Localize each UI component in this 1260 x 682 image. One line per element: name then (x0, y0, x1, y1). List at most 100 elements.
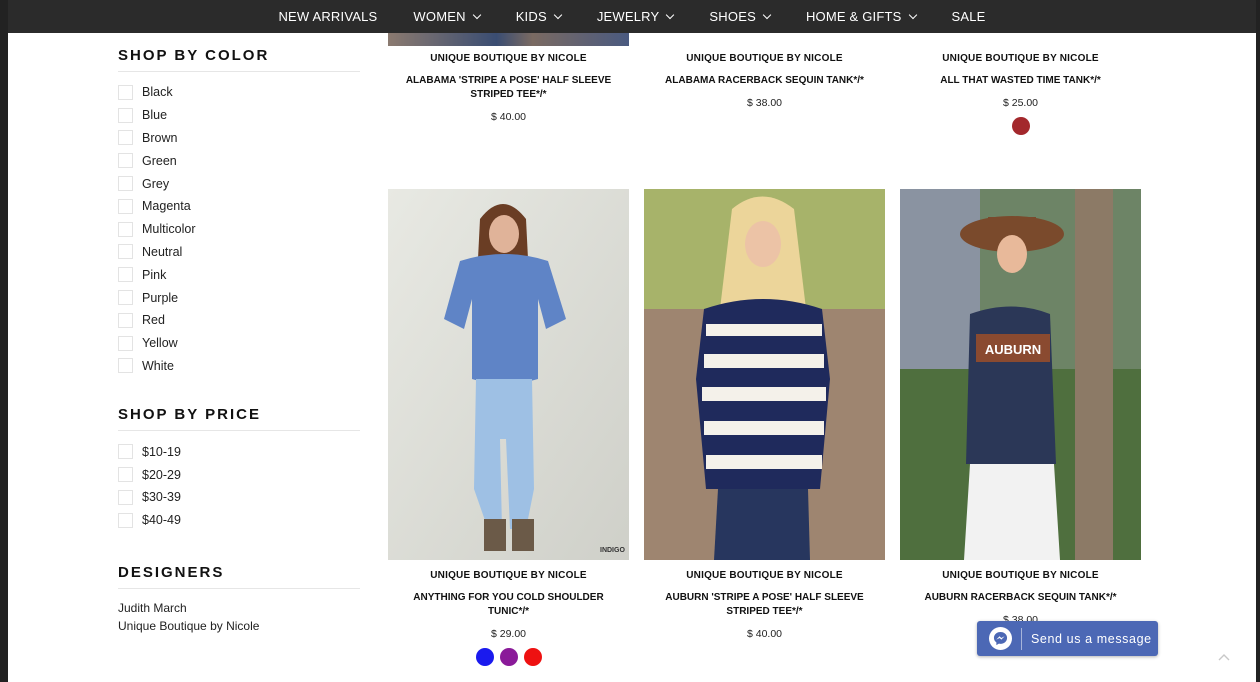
product-image[interactable] (644, 189, 885, 560)
product-image[interactable] (388, 33, 629, 46)
checkbox[interactable] (118, 153, 133, 169)
color-swatch[interactable] (499, 648, 518, 666)
messenger-icon (989, 627, 1012, 650)
product-grid: UNIQUE BOUTIQUE BY NICOLE ALABAMA 'STRIP… (388, 0, 1141, 682)
price-filter: SHOP BY PRICE $10-19 $20-29 $30-39 $40-49 (118, 406, 360, 531)
window-frame-right (1256, 0, 1260, 682)
color-filter-option[interactable]: Black (118, 81, 360, 104)
chat-divider (1021, 627, 1022, 650)
product-name[interactable]: AUBURN RACERBACK SEQUIN TANK*/* (900, 591, 1141, 605)
color-filter-title: SHOP BY COLOR (118, 47, 360, 72)
color-filter-list: Black Blue Brown Green Grey Magenta Multicolor… (118, 72, 360, 377)
designer-link[interactable]: Unique Boutique by Nicole (118, 617, 360, 635)
product-card[interactable]: UNIQUE BOUTIQUE BY NICOLE ALABAMA 'STRIP… (388, 53, 629, 123)
product-brand: UNIQUE BOUTIQUE BY NICOLE (430, 570, 587, 581)
color-filter: SHOP BY COLOR Black Blue Brown Green Grey Mag… (118, 47, 360, 377)
checkbox[interactable] (118, 267, 133, 283)
product-name[interactable]: ANYTHING FOR YOU COLD SHOULDER TUNIC*/* (388, 591, 629, 619)
window-frame-left (0, 0, 8, 682)
filter-sidebar: SHOP BY COLOR Black Blue Brown Green Grey Mag… (118, 47, 360, 532)
price-filter-option[interactable]: $20-29 (118, 463, 360, 486)
product-card[interactable]: INDIGO UNIQUE BOUTIQUE BY NICOLE ANYTHIN… (388, 189, 629, 666)
product-image[interactable]: AUBURN (900, 189, 1141, 560)
checkbox[interactable] (118, 84, 133, 100)
product-name[interactable]: ALABAMA 'STRIPE A POSE' HALF SLEEVE STRI… (388, 74, 629, 102)
checkbox[interactable] (118, 290, 133, 306)
color-filter-option[interactable]: Red (118, 309, 360, 332)
checkbox[interactable] (118, 221, 133, 237)
product-name[interactable]: ALABAMA RACERBACK SEQUIN TANK*/* (644, 74, 885, 88)
checkbox[interactable] (118, 244, 133, 260)
nav-label: NEW ARRIVALS (278, 9, 378, 24)
color-filter-option-label: Black (142, 85, 173, 100)
messenger-chat-button[interactable]: Send us a message (977, 621, 1158, 656)
product-card[interactable]: UNIQUE BOUTIQUE BY NICOLE ALL THAT WASTE… (900, 53, 1141, 135)
checkbox[interactable] (118, 444, 133, 460)
color-filter-option[interactable]: Green (118, 149, 360, 172)
color-filter-option[interactable]: Blue (118, 104, 360, 127)
nav-new-arrivals[interactable]: NEW ARRIVALS (260, 9, 395, 24)
product-image[interactable]: INDIGO (388, 189, 629, 560)
color-filter-option[interactable]: Yellow (118, 332, 360, 355)
color-filter-option[interactable]: Pink (118, 263, 360, 286)
color-swatch[interactable] (523, 648, 542, 666)
color-filter-option-label: Blue (142, 108, 168, 123)
price-filter-option[interactable]: $30-39 (118, 486, 360, 509)
color-filter-option-label: Red (142, 313, 165, 328)
checkbox[interactable] (118, 107, 133, 123)
color-filter-option-label: Magenta (142, 199, 191, 214)
product-card[interactable]: UNIQUE BOUTIQUE BY NICOLE ALABAMA RACERB… (644, 53, 885, 109)
color-filter-option-label: Brown (142, 130, 178, 145)
checkbox[interactable] (118, 489, 133, 505)
color-filter-option[interactable]: Magenta (118, 195, 360, 218)
color-filter-option-label: Multicolor (142, 222, 196, 237)
product-price: $ 25.00 (1002, 97, 1039, 109)
product-name[interactable]: ALL THAT WASTED TIME TANK*/* (900, 74, 1141, 88)
color-swatches (388, 648, 629, 666)
designer-filter: DESIGNERS Judith March Unique Boutique b… (118, 564, 360, 635)
checkbox[interactable] (118, 130, 133, 146)
product-brand: UNIQUE BOUTIQUE BY NICOLE (686, 570, 843, 581)
color-filter-option[interactable]: Brown (118, 127, 360, 150)
checkbox[interactable] (118, 358, 133, 374)
checkbox[interactable] (118, 198, 133, 214)
color-filter-option-label: White (142, 358, 174, 373)
product-price: $ 38.00 (746, 97, 783, 109)
color-filter-option[interactable]: Purple (118, 286, 360, 309)
checkbox[interactable] (118, 335, 133, 351)
model-photo: INDIGO (388, 189, 629, 560)
scroll-to-top-icon[interactable] (1218, 651, 1230, 663)
color-filter-option-label: Neutral (142, 244, 183, 259)
product-card[interactable]: AUBURN UNIQUE BOUTIQUE BY NICOLE AUBURN … (900, 189, 1141, 626)
product-brand: UNIQUE BOUTIQUE BY NICOLE (430, 53, 587, 64)
checkbox[interactable] (118, 176, 133, 192)
product-brand: UNIQUE BOUTIQUE BY NICOLE (686, 53, 843, 64)
color-filter-option-label: Purple (142, 290, 179, 305)
color-swatch[interactable] (1011, 117, 1030, 135)
product-card[interactable]: UNIQUE BOUTIQUE BY NICOLE AUBURN 'STRIPE… (644, 189, 885, 640)
model-photo: AUBURN (900, 189, 1141, 560)
color-filter-option[interactable]: Multicolor (118, 218, 360, 241)
product-price: $ 29.00 (490, 628, 527, 640)
price-filter-title: SHOP BY PRICE (118, 406, 360, 432)
color-filter-option[interactable]: Neutral (118, 241, 360, 264)
checkbox[interactable] (118, 512, 133, 528)
product-name[interactable]: AUBURN 'STRIPE A POSE' HALF SLEEVE STRIP… (644, 591, 885, 619)
price-filter-option[interactable]: $40-49 (118, 509, 360, 532)
color-filter-option[interactable]: White (118, 355, 360, 378)
color-swatch[interactable] (475, 648, 494, 666)
checkbox[interactable] (118, 467, 133, 483)
price-filter-option-label: $20-29 (142, 467, 181, 482)
product-brand: UNIQUE BOUTIQUE BY NICOLE (942, 570, 1099, 581)
price-filter-option-label: $30-39 (142, 490, 181, 505)
price-filter-option-label: $10-19 (142, 444, 181, 459)
checkbox[interactable] (118, 312, 133, 328)
model-photo (644, 189, 885, 560)
color-filter-option-label: Grey (142, 176, 170, 191)
color-filter-option[interactable]: Grey (118, 172, 360, 195)
color-swatches (900, 117, 1141, 135)
shirt-text: AUBURN (985, 342, 1041, 357)
designer-link[interactable]: Judith March (118, 599, 360, 617)
price-filter-option[interactable]: $10-19 (118, 440, 360, 463)
product-price: $ 40.00 (746, 628, 783, 640)
